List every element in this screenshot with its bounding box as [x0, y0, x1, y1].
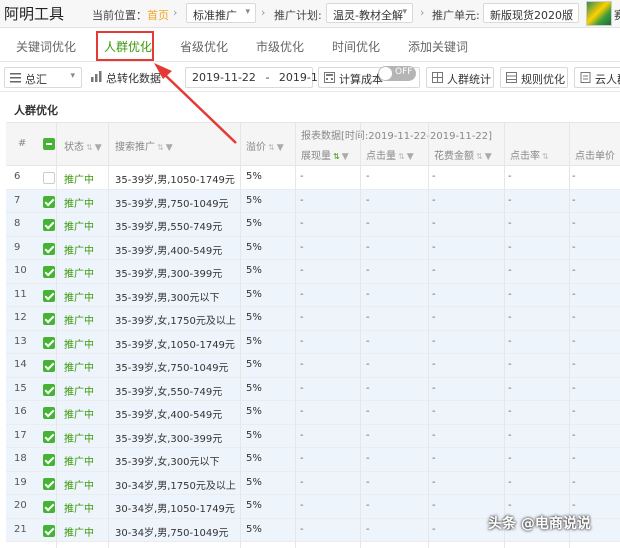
- watermark: 头条 @电商说说: [488, 516, 591, 532]
- annotation-arrow: [154, 63, 237, 144]
